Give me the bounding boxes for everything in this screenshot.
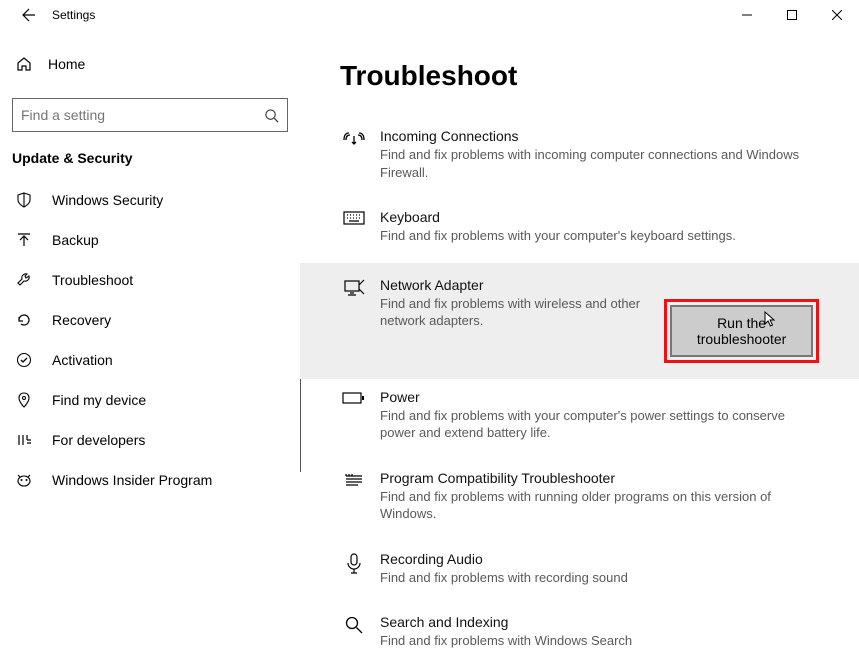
ts-desc: Find and fix problems with your computer… xyxy=(380,407,819,442)
sidebar-item-backup[interactable]: Backup xyxy=(8,220,292,260)
ts-desc: Find and fix problems with running older… xyxy=(380,488,819,523)
ts-item-search-indexing[interactable]: Search and Indexing Find and fix problem… xyxy=(340,604,819,649)
close-icon xyxy=(832,10,842,20)
ts-desc: Find and fix problems with Windows Searc… xyxy=(380,632,819,649)
activation-icon xyxy=(16,352,32,368)
back-arrow-icon xyxy=(20,7,36,23)
ts-title: Keyboard xyxy=(380,209,819,225)
sidebar-item-activation[interactable]: Activation xyxy=(8,340,292,380)
ts-title: Program Compatibility Troubleshooter xyxy=(380,470,819,486)
window-title: Settings xyxy=(52,8,95,22)
insider-icon xyxy=(16,472,32,488)
minimize-button[interactable] xyxy=(724,0,769,30)
titlebar: Settings xyxy=(0,0,859,30)
sidebar-item-label: Windows Security xyxy=(52,192,163,208)
sidebar-item-label: Windows Insider Program xyxy=(52,472,212,488)
sidebar-item-label: Find my device xyxy=(52,392,146,408)
run-troubleshooter-button[interactable]: Run the troubleshooter xyxy=(670,305,813,357)
window-controls xyxy=(724,0,859,30)
compat-icon xyxy=(340,470,368,523)
run-highlight: Run the troubleshooter xyxy=(664,299,819,363)
home-icon xyxy=(16,56,32,72)
page-title: Troubleshoot xyxy=(340,60,819,92)
ts-title: Recording Audio xyxy=(380,551,819,567)
shield-icon xyxy=(16,192,32,208)
search-input[interactable] xyxy=(21,107,264,123)
wrench-icon xyxy=(16,272,32,288)
mic-icon xyxy=(340,551,368,587)
back-button[interactable] xyxy=(8,0,48,30)
ts-desc: Find and fix problems with wireless and … xyxy=(380,295,664,330)
sidebar-item-insider[interactable]: Windows Insider Program xyxy=(8,460,292,500)
main-panel: Troubleshoot Incoming Connections Find a… xyxy=(300,30,859,649)
ts-title: Search and Indexing xyxy=(380,614,819,630)
sidebar-item-find-my-device[interactable]: Find my device xyxy=(8,380,292,420)
recovery-icon xyxy=(16,312,32,328)
ts-desc: Find and fix problems with your computer… xyxy=(380,227,819,245)
ts-item-network-adapter[interactable]: Network Adapter Find and fix problems wi… xyxy=(300,263,859,379)
developers-icon xyxy=(16,432,32,448)
cursor-icon xyxy=(764,311,778,329)
ts-item-keyboard[interactable]: Keyboard Find and fix problems with your… xyxy=(340,199,819,263)
backup-icon xyxy=(16,232,32,248)
ts-desc: Find and fix problems with recording sou… xyxy=(380,569,819,587)
ts-item-recording-audio[interactable]: Recording Audio Find and fix problems wi… xyxy=(340,541,819,605)
sidebar-item-label: Recovery xyxy=(52,312,111,328)
search-indexing-icon xyxy=(340,614,368,649)
ts-desc: Find and fix problems with incoming comp… xyxy=(380,146,819,181)
sidebar-item-label: For developers xyxy=(52,432,145,448)
section-header: Update & Security xyxy=(8,150,292,180)
maximize-button[interactable] xyxy=(769,0,814,30)
keyboard-icon xyxy=(340,209,368,245)
sidebar-item-troubleshoot[interactable]: Troubleshoot xyxy=(8,260,292,300)
maximize-icon xyxy=(787,10,797,20)
home-label: Home xyxy=(48,56,85,72)
ts-title: Power xyxy=(380,389,819,405)
sidebar-item-label: Troubleshoot xyxy=(52,272,133,288)
sidebar-item-for-developers[interactable]: For developers xyxy=(8,420,292,460)
close-button[interactable] xyxy=(814,0,859,30)
ts-title: Incoming Connections xyxy=(380,128,819,144)
sidebar: Home Update & Security Windows Security … xyxy=(0,30,300,649)
minimize-icon xyxy=(742,10,752,20)
ts-title: Network Adapter xyxy=(380,277,664,293)
power-icon xyxy=(340,389,368,442)
search-box[interactable] xyxy=(12,98,288,132)
ts-item-compat[interactable]: Program Compatibility Troubleshooter Fin… xyxy=(340,460,819,541)
home-button[interactable]: Home xyxy=(8,48,292,80)
search-icon xyxy=(264,108,279,123)
ts-item-incoming-connections[interactable]: Incoming Connections Find and fix proble… xyxy=(340,118,819,199)
incoming-connections-icon xyxy=(340,128,368,181)
location-icon xyxy=(16,392,32,408)
ts-item-power[interactable]: Power Find and fix problems with your co… xyxy=(340,379,819,460)
sidebar-item-label: Backup xyxy=(52,232,99,248)
sidebar-item-recovery[interactable]: Recovery xyxy=(8,300,292,340)
network-adapter-icon xyxy=(340,277,368,363)
sidebar-item-windows-security[interactable]: Windows Security xyxy=(8,180,292,220)
sidebar-item-label: Activation xyxy=(52,352,113,368)
